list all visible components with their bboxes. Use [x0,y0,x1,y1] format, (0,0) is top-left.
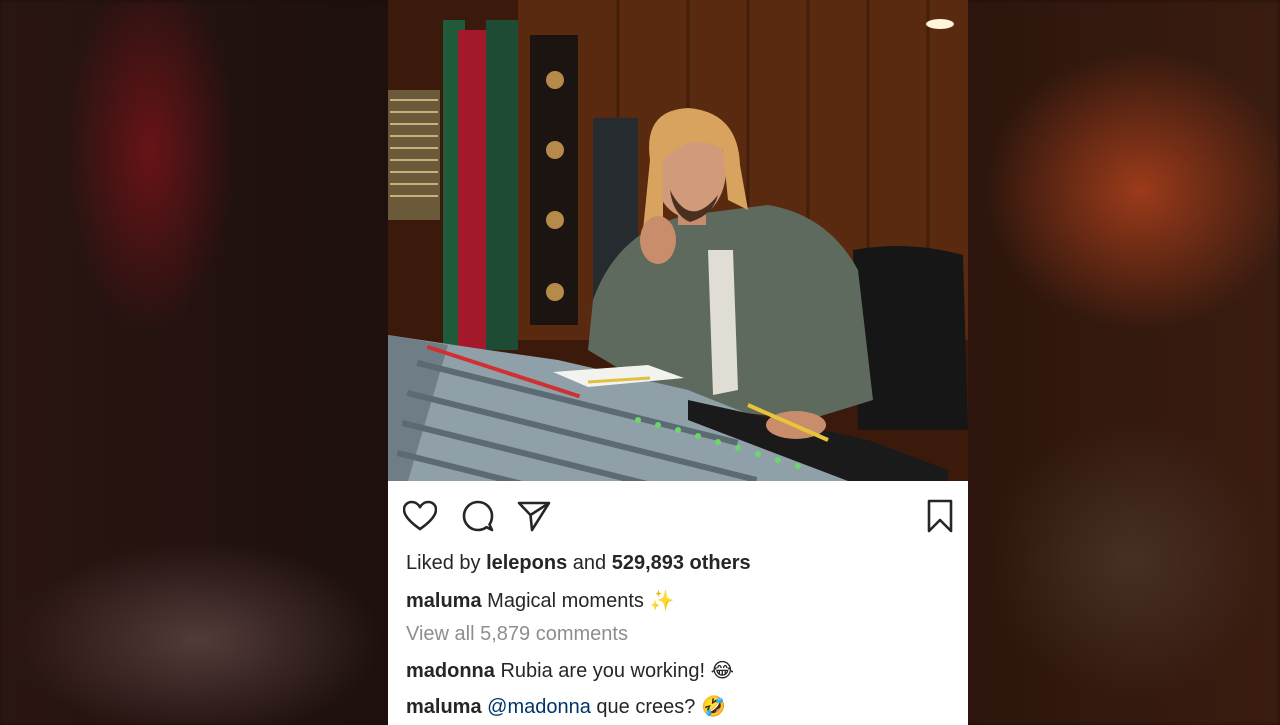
caption-username[interactable]: maluma [406,590,482,612]
rolling-laughing-emoji: 🤣 [700,696,726,718]
sparkles-emoji: ✨ [649,590,675,612]
first-liker-link[interactable]: lelepons [486,552,567,574]
view-all-comments-link[interactable]: View all 5,879 comments [406,623,628,646]
likes-joiner: and [572,552,607,574]
likes-count-link[interactable]: 529,893 others [612,552,751,574]
likes-summary: Liked by lelepons and 529,893 others [406,552,751,575]
comment-bubble-icon[interactable] [461,499,495,533]
post-photo [388,0,968,481]
comment-username[interactable]: madonna [406,660,495,682]
comment-text: que crees? [596,696,696,718]
comment-row: maluma @madonna que crees? 🤣 [406,694,726,719]
comment-row: madonna Rubia are you working! 😂 [406,658,734,683]
caption-text: Magical moments [487,590,644,612]
laughing-emoji: 😂 [710,660,734,682]
heart-icon[interactable] [403,499,437,533]
comment-mention-link[interactable]: @madonna [487,696,591,718]
bookmark-icon[interactable] [923,499,957,533]
comment-username[interactable]: maluma [406,696,482,718]
caption: maluma Magical moments ✨ [406,588,674,613]
likes-prefix: Liked by [406,552,481,574]
instagram-post: Liked by lelepons and 529,893 others mal… [388,0,968,725]
paper-plane-icon[interactable] [517,499,551,533]
comment-text: Rubia are you working! [500,660,706,682]
action-bar [388,481,968,545]
